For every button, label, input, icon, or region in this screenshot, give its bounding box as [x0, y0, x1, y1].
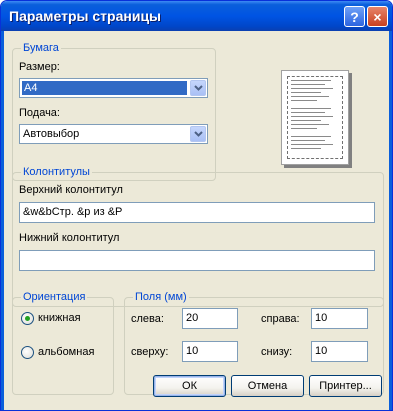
- margin-top-input[interactable]: 10: [182, 341, 238, 362]
- margin-bottom-label: снизу:: [261, 346, 293, 358]
- chevron-down-icon[interactable]: [190, 80, 206, 96]
- paper-group: Бумага Размер: A4 Подача: Автовыбор: [12, 41, 216, 181]
- window-frame-right: [389, 31, 392, 410]
- headers-group: Колонтитулы Верхний колонтитул &w&bСтр. …: [12, 165, 384, 307]
- cancel-button[interactable]: Отмена: [231, 375, 304, 397]
- headers-legend: Колонтитулы: [21, 165, 92, 179]
- printer-button[interactable]: Принтер...: [309, 375, 382, 397]
- page-setup-dialog: Параметры страницы ? × Бумага Размер: A4…: [0, 0, 393, 411]
- paper-size-label: Размер:: [19, 61, 60, 73]
- header-label: Верхний колонтитул: [19, 184, 123, 196]
- close-icon: ×: [373, 8, 382, 25]
- window-title: Параметры страницы: [9, 8, 162, 24]
- close-button[interactable]: ×: [367, 6, 388, 27]
- footer-input[interactable]: [19, 250, 375, 271]
- paper-source-label: Подача:: [19, 107, 60, 119]
- help-icon: ?: [350, 8, 359, 25]
- portrait-radio[interactable]: [21, 312, 34, 325]
- paper-source-value: Автовыбор: [23, 128, 80, 140]
- landscape-radio[interactable]: [21, 346, 34, 359]
- margin-left-label: слева:: [131, 313, 164, 325]
- preview-margins: [287, 76, 343, 159]
- margin-left-input[interactable]: 20: [182, 308, 238, 329]
- margins-legend: Поля (мм): [133, 290, 189, 304]
- paper-size-value: A4: [22, 81, 187, 95]
- paper-legend: Бумага: [21, 41, 61, 55]
- margin-right-input[interactable]: 10: [311, 308, 368, 329]
- margin-bottom-input[interactable]: 10: [311, 341, 368, 362]
- ok-button[interactable]: ОК: [153, 375, 226, 397]
- dialog-body: Бумага Размер: A4 Подача: Автовыбор Коло…: [4, 31, 389, 409]
- footer-label: Нижний колонтитул: [19, 232, 120, 244]
- chevron-down-icon[interactable]: [190, 126, 206, 142]
- landscape-label[interactable]: альбомная: [38, 346, 94, 359]
- margin-top-label: сверху:: [131, 346, 169, 358]
- orientation-group: Ориентация книжная альбомная: [12, 290, 114, 395]
- page-preview: [281, 70, 349, 165]
- paper-size-select[interactable]: A4: [19, 78, 208, 98]
- paper-source-select[interactable]: Автовыбор: [19, 124, 208, 144]
- header-input[interactable]: &w&bСтр. &p из &P: [19, 202, 375, 223]
- orientation-legend: Ориентация: [21, 290, 88, 304]
- title-bar[interactable]: Параметры страницы ? ×: [1, 1, 392, 31]
- portrait-label[interactable]: книжная: [38, 312, 81, 325]
- help-button[interactable]: ?: [344, 6, 365, 27]
- margin-right-label: справа:: [261, 313, 300, 325]
